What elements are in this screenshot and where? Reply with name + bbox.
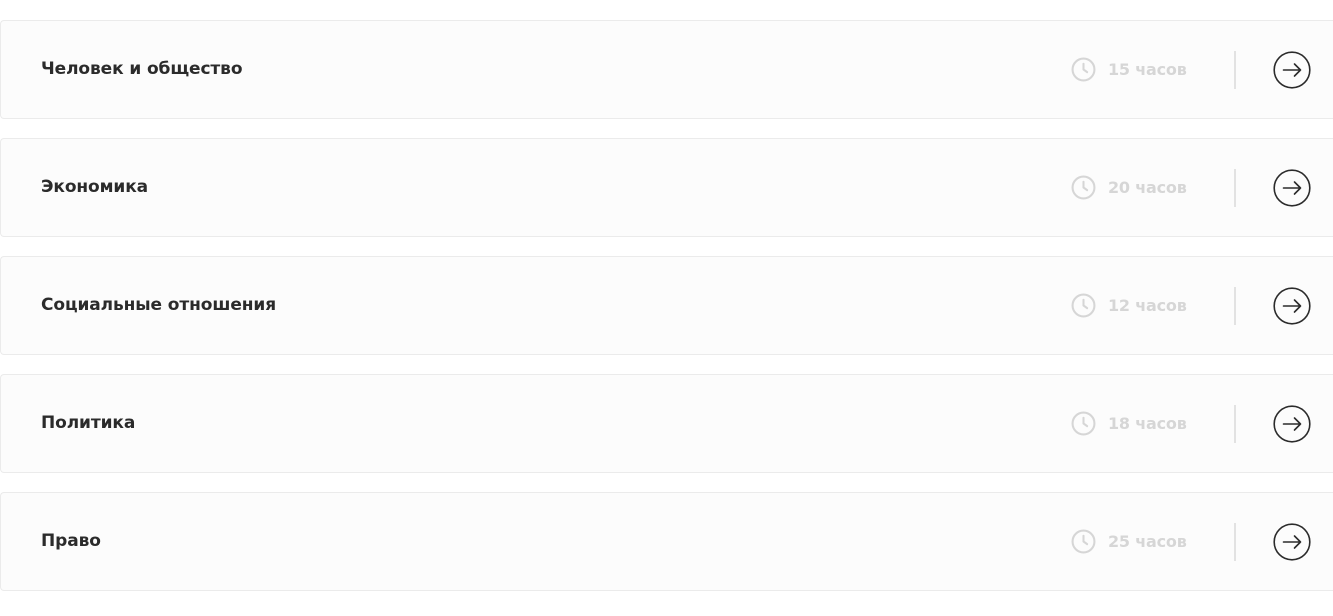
course-title: Политика (41, 412, 136, 433)
course-title: Социальные отношения (41, 294, 277, 315)
arrow-right-circle-icon[interactable] (1273, 50, 1311, 89)
divider (1234, 404, 1236, 443)
course-title: Экономика (41, 176, 149, 197)
arrow-right-circle-icon[interactable] (1273, 522, 1311, 561)
duration-text: 25 часов (1108, 532, 1187, 551)
course-title: Право (41, 530, 101, 551)
divider (1234, 168, 1236, 207)
clock-icon (1071, 57, 1096, 82)
course-duration: 15 часов (1071, 57, 1187, 83)
course-duration: 25 часов (1071, 529, 1187, 555)
course-row[interactable]: Политика 18 часов (0, 374, 1333, 473)
clock-icon (1071, 175, 1096, 200)
clock-icon (1071, 529, 1096, 554)
duration-text: 20 часов (1108, 178, 1187, 197)
divider (1234, 286, 1236, 325)
clock-icon (1071, 293, 1096, 318)
clock-icon (1071, 411, 1096, 436)
duration-text: 18 часов (1108, 414, 1187, 433)
course-duration: 12 часов (1071, 293, 1187, 319)
divider (1234, 522, 1236, 561)
course-title: Человек и общество (41, 58, 243, 79)
arrow-right-circle-icon[interactable] (1273, 168, 1311, 207)
course-list: Человек и общество 15 часов Экономика 20… (0, 20, 1333, 610)
arrow-right-circle-icon[interactable] (1273, 404, 1311, 443)
course-row[interactable]: Экономика 20 часов (0, 138, 1333, 237)
duration-text: 15 часов (1108, 60, 1187, 79)
arrow-right-circle-icon[interactable] (1273, 286, 1311, 325)
course-duration: 20 часов (1071, 175, 1187, 201)
course-row[interactable]: Социальные отношения 12 часов (0, 256, 1333, 355)
course-row[interactable]: Право 25 часов (0, 492, 1333, 591)
course-row[interactable]: Человек и общество 15 часов (0, 20, 1333, 119)
duration-text: 12 часов (1108, 296, 1187, 315)
divider (1234, 50, 1236, 89)
course-duration: 18 часов (1071, 411, 1187, 437)
